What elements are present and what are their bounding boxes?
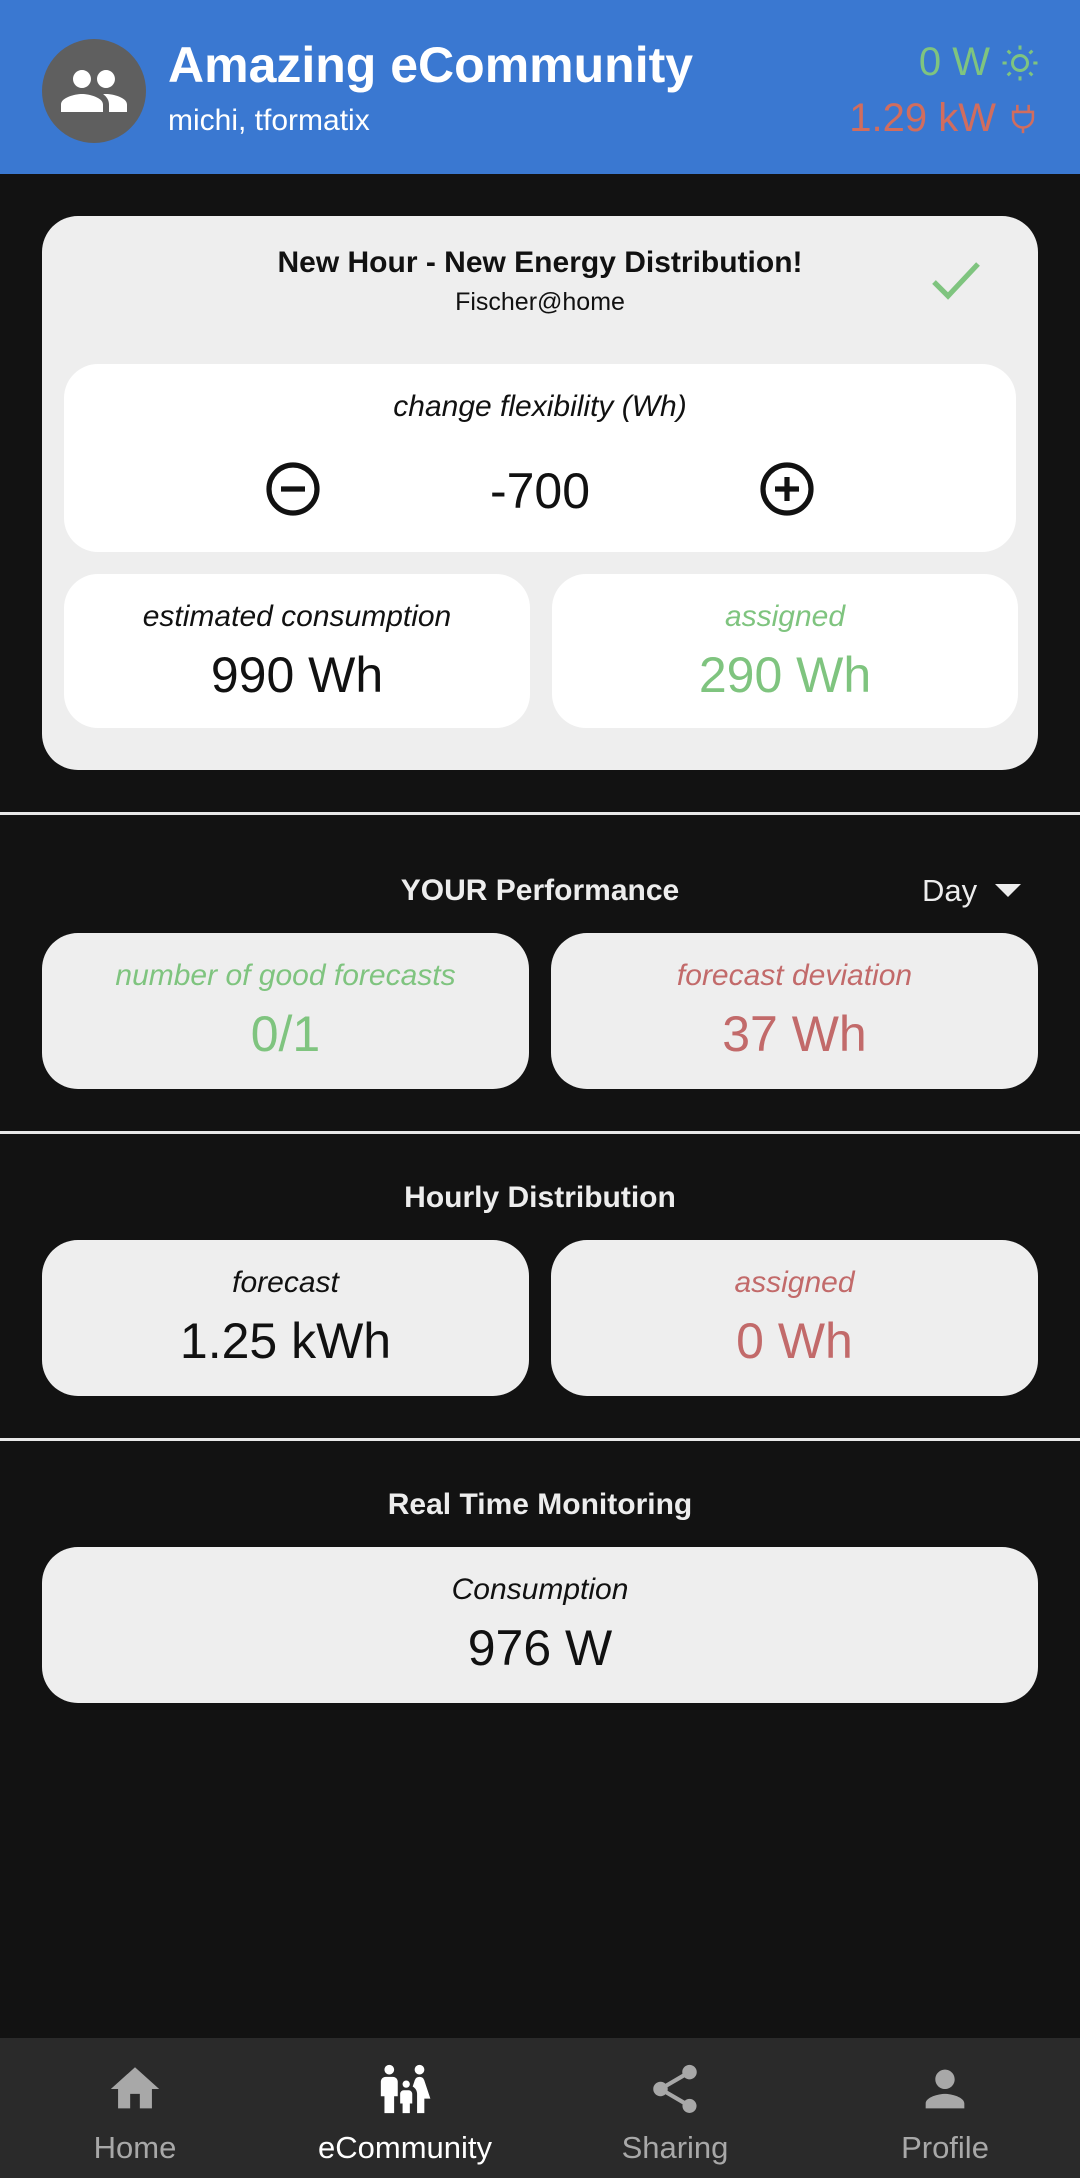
nav-label-home: Home xyxy=(93,2130,177,2165)
hourly-forecast-box: forecast 1.25 kWh xyxy=(42,1240,529,1396)
plug-icon xyxy=(1011,104,1035,133)
nav-label-sharing: Sharing xyxy=(621,2130,729,2165)
hourly-forecast-label: forecast xyxy=(232,1266,339,1299)
estimated-consumption-value: 990 Wh xyxy=(210,647,384,703)
bottom-navigation: Home eCommunity Sharing Profile xyxy=(0,2038,1080,2178)
flexibility-value: -700 xyxy=(489,463,591,519)
hourly-assigned-box: assigned 0 Wh xyxy=(551,1240,1038,1396)
estimated-consumption-box: estimated consumption 990 Wh xyxy=(64,574,530,728)
grid-power-value: 1.29 kW xyxy=(849,96,996,140)
assigned-box: assigned 290 Wh xyxy=(552,574,1018,728)
period-dropdown[interactable]: Day xyxy=(922,873,1022,909)
good-forecasts-box: number of good forecasts 0/1 xyxy=(42,933,529,1089)
community-members: michi, tformatix xyxy=(168,104,370,137)
solar-power-readout: 0 W xyxy=(919,40,1040,85)
page-title: Amazing eCommunity xyxy=(168,37,694,93)
forecast-deviation-value: 37 Wh xyxy=(722,1006,867,1062)
nav-item-home[interactable]: Home xyxy=(0,2038,270,2178)
home-icon xyxy=(110,2067,160,2109)
grid-power-readout: 1.29 kW xyxy=(849,96,1040,141)
increase-flexibility-button[interactable] xyxy=(758,460,816,518)
good-forecasts-label: number of good forecasts xyxy=(115,959,456,992)
community-avatar[interactable] xyxy=(42,39,146,143)
estimated-consumption-label: estimated consumption xyxy=(142,600,452,633)
section-divider xyxy=(0,1438,1080,1441)
nav-label-ecommunity: eCommunity xyxy=(318,2130,492,2165)
notification-title: New Hour - New Energy Distribution! xyxy=(277,246,803,279)
nav-item-sharing[interactable]: Sharing xyxy=(540,2038,810,2178)
sun-icon xyxy=(1002,45,1038,80)
group-icon xyxy=(61,70,127,112)
hourly-assigned-label: assigned xyxy=(734,1266,855,1299)
good-forecasts-value: 0/1 xyxy=(250,1006,321,1062)
confirm-button[interactable] xyxy=(930,260,982,307)
nav-item-ecommunity[interactable]: eCommunity xyxy=(270,2038,540,2178)
flexibility-label: change flexibility (Wh) xyxy=(393,390,687,423)
assigned-label: assigned xyxy=(724,600,846,633)
check-icon xyxy=(932,262,980,300)
solar-power-value: 0 W xyxy=(918,40,990,84)
section-divider xyxy=(0,1131,1080,1134)
hourly-assigned-value: 0 Wh xyxy=(736,1313,853,1369)
assigned-value: 290 Wh xyxy=(698,647,872,703)
share-icon xyxy=(653,2064,697,2113)
family-icon xyxy=(380,2064,431,2114)
consumption-value: 976 W xyxy=(467,1620,613,1676)
plus-circle-icon xyxy=(760,462,814,516)
energy-distribution-card: New Hour - New Energy Distribution! Fisc… xyxy=(42,216,1038,770)
nav-item-profile[interactable]: Profile xyxy=(810,2038,1080,2178)
notification-household: Fischer@home xyxy=(455,288,625,316)
consumption-box: Consumption 976 W xyxy=(42,1547,1038,1703)
performance-title: YOUR Performance xyxy=(400,874,680,907)
forecast-deviation-label: forecast deviation xyxy=(676,959,913,992)
period-value: Day xyxy=(922,873,978,908)
flexibility-box: change flexibility (Wh) -700 xyxy=(64,364,1016,552)
consumption-label: Consumption xyxy=(451,1573,629,1606)
section-divider xyxy=(0,812,1080,815)
app-header: Amazing eCommunity michi, tformatix 0 W … xyxy=(0,0,1080,174)
hourly-distribution-title: Hourly Distribution xyxy=(404,1181,676,1214)
person-icon xyxy=(925,2069,965,2109)
real-time-monitoring-title: Real Time Monitoring xyxy=(387,1488,693,1521)
forecast-deviation-box: forecast deviation 37 Wh xyxy=(551,933,1038,1089)
caret-down-icon xyxy=(995,884,1022,897)
nav-label-profile: Profile xyxy=(901,2130,989,2165)
hourly-forecast-value: 1.25 kWh xyxy=(179,1313,392,1369)
